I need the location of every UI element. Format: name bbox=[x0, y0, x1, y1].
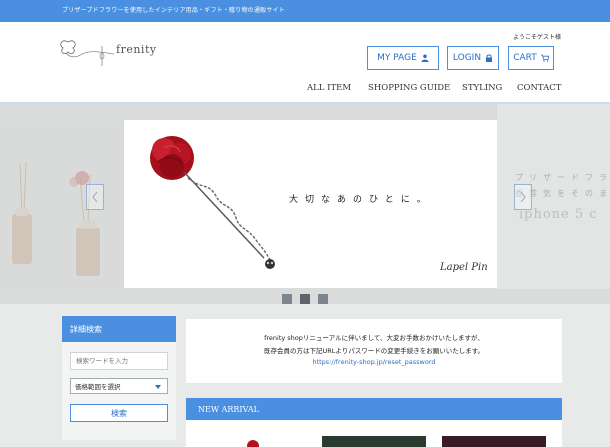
login-button[interactable]: LOGIN bbox=[447, 46, 499, 70]
chevron-right-icon bbox=[520, 191, 526, 203]
product-thumbnail-2[interactable] bbox=[322, 436, 426, 447]
top-banner: プリザーブドフラワーを使用したインテリア用品・ギフト・贈り物の通販サイト bbox=[0, 0, 610, 22]
slider-dot-1[interactable] bbox=[282, 294, 292, 304]
product-thumbnail-rose[interactable] bbox=[238, 436, 268, 447]
product-thumbnail-3[interactable] bbox=[442, 436, 546, 447]
diffuser-bottles-image bbox=[12, 161, 100, 276]
next-slide-text-line1: プリザードフラ bbox=[515, 173, 610, 182]
reset-password-link[interactable]: https://frenity-shop.jp/reset_password bbox=[186, 358, 562, 366]
detailed-search-panel: 詳細検索 価格範囲を選択 検索 bbox=[62, 316, 176, 440]
slider-dot-3[interactable] bbox=[318, 294, 328, 304]
site-description: プリザーブドフラワーを使用したインテリア用品・ギフト・贈り物の通販サイト bbox=[62, 7, 285, 14]
nav-contact[interactable]: CONTACT bbox=[517, 83, 561, 93]
cart-icon bbox=[540, 54, 549, 62]
nav-styling[interactable]: STYLING bbox=[462, 83, 502, 93]
hero-slider: 大切なあのひとに。 Lapel Pin プリザードフラ 香雰気をそのま ipho… bbox=[0, 104, 610, 304]
my-page-button[interactable]: MY PAGE bbox=[367, 46, 439, 70]
slide-tagline: 大切なあのひとに。 bbox=[289, 195, 433, 205]
keyword-search-input[interactable] bbox=[70, 352, 168, 370]
current-slide[interactable]: 大切なあのひとに。 Lapel Pin bbox=[124, 120, 497, 288]
price-range-value: 価格範囲を選択 bbox=[75, 383, 121, 391]
renewal-notice: frenity shopリニューアルに伴いまして、大変お手数おかけいたしますが、… bbox=[186, 319, 562, 383]
user-icon bbox=[421, 54, 429, 62]
cart-button[interactable]: CART bbox=[508, 46, 554, 70]
slider-dot-2[interactable] bbox=[300, 294, 310, 304]
cart-label: CART bbox=[513, 53, 537, 63]
welcome-message: ようこそゲスト様 bbox=[513, 34, 562, 41]
logo-flower-icon bbox=[60, 40, 115, 66]
logo[interactable]: frenity bbox=[56, 36, 176, 72]
new-arrival-products bbox=[186, 420, 562, 447]
site-header: frenity ようこそゲスト様 MY PAGE LOGIN CART ALL … bbox=[0, 22, 610, 104]
price-range-select[interactable]: 価格範囲を選択 bbox=[70, 378, 168, 394]
search-panel-title: 詳細検索 bbox=[62, 316, 176, 342]
notice-line-1: frenity shopリニューアルに伴いまして、大変お手数おかけいたしますが、 bbox=[264, 334, 484, 342]
chevron-down-icon bbox=[155, 385, 161, 389]
slider-prev-button[interactable] bbox=[86, 184, 104, 210]
lock-icon bbox=[486, 54, 493, 62]
login-label: LOGIN bbox=[452, 53, 482, 63]
previous-slide-preview[interactable] bbox=[0, 104, 124, 304]
nav-all-item[interactable]: ALL ITEM bbox=[307, 83, 351, 93]
my-page-label: MY PAGE bbox=[377, 53, 417, 63]
slide-caption: Lapel Pin bbox=[440, 262, 488, 273]
search-button[interactable]: 検索 bbox=[70, 404, 168, 422]
new-arrival-heading: NEW ARRIVAL bbox=[186, 398, 562, 420]
notice-line-2: 既存会員の方は下記URLよりパスワードの変更手続きをお願いいたします。 bbox=[263, 347, 485, 355]
slider-next-button[interactable] bbox=[514, 184, 532, 210]
logo-text: frenity bbox=[116, 43, 157, 56]
nav-shopping-guide[interactable]: SHOPPING GUIDE bbox=[368, 83, 450, 93]
chevron-left-icon bbox=[92, 191, 98, 203]
